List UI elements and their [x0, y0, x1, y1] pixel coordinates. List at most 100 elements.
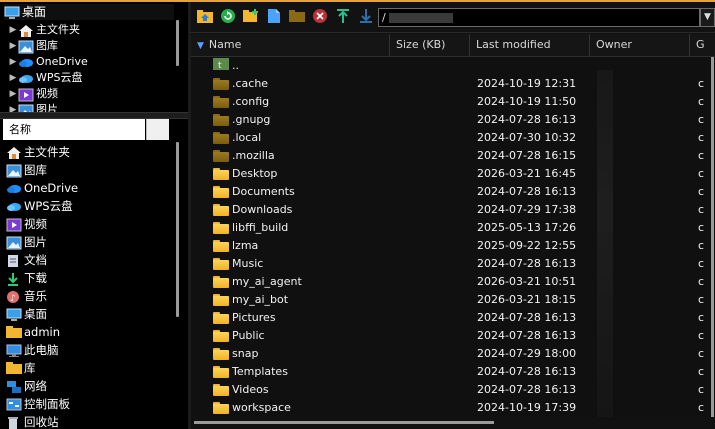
- file-group: c: [698, 275, 705, 288]
- file-name: .config: [232, 95, 270, 108]
- file-row[interactable]: .mozilla 2024-07-28 16:15 c: [191, 147, 707, 165]
- folder-button[interactable]: [288, 8, 306, 26]
- file-row[interactable]: .config 2024-10-19 11:50 c: [191, 93, 707, 111]
- tree-item-wps-cloud[interactable]: ▶ WPS云盘: [8, 70, 83, 86]
- file-row[interactable]: libffi_build 2025-05-13 17:26 c: [191, 219, 707, 237]
- places-scrollbar[interactable]: [176, 142, 179, 317]
- place-library[interactable]: 库: [6, 359, 36, 377]
- column-group[interactable]: G: [690, 34, 715, 56]
- file-group: c: [698, 149, 705, 162]
- tree-item-pictures[interactable]: ▶ 图片: [8, 102, 58, 112]
- place-recycle-bin[interactable]: 回收站: [6, 413, 59, 429]
- pictures-icon: [18, 104, 34, 112]
- chevron-right-icon[interactable]: ▶: [8, 38, 18, 54]
- place-gallery[interactable]: 图库: [6, 161, 47, 179]
- file-row[interactable]: Downloads 2024-07-29 17:38 c: [191, 201, 707, 219]
- column-owner[interactable]: Owner: [590, 34, 690, 56]
- horizontal-scrollbar[interactable]: [194, 417, 713, 427]
- place-desktop[interactable]: 桌面: [6, 305, 47, 323]
- file-row[interactable]: workspace 2024-10-19 17:39 c: [191, 399, 707, 417]
- path-redacted: [389, 13, 453, 23]
- place-onedrive[interactable]: OneDrive: [6, 179, 78, 197]
- place-home[interactable]: 主文件夹: [6, 143, 70, 161]
- file-row[interactable]: .cache 2024-10-19 12:31 c: [191, 75, 707, 93]
- file-modified: 2026-03-21 18:15: [477, 293, 577, 306]
- file-row[interactable]: lzma 2025-09-22 12:55 c: [191, 237, 707, 255]
- new-folder-icon: [243, 8, 259, 26]
- new-file-button[interactable]: [265, 8, 283, 26]
- desktop-icon: [6, 308, 22, 321]
- tree-item-videos[interactable]: ▶ 视频: [8, 86, 58, 102]
- pane-splitter[interactable]: [0, 112, 188, 119]
- file-row[interactable]: t..: [191, 57, 707, 75]
- tree-item-onedrive[interactable]: ▶ OneDrive: [8, 54, 88, 70]
- place-label: 图库: [24, 163, 47, 177]
- place-downloads[interactable]: 下载: [6, 269, 47, 287]
- chevron-right-icon[interactable]: ▶: [8, 70, 18, 86]
- file-modified: 2024-07-28 16:15: [477, 149, 577, 162]
- file-list-scrollbar[interactable]: [711, 57, 714, 417]
- delete-icon: [312, 8, 328, 27]
- file-group: c: [698, 185, 705, 198]
- chevron-right-icon[interactable]: ▶: [8, 86, 18, 102]
- tree-item-label: 图库: [36, 39, 58, 52]
- place-control-panel[interactable]: 控制面板: [6, 395, 70, 413]
- file-name-cell: Music: [213, 255, 263, 273]
- column-modified[interactable]: Last modified: [470, 34, 590, 56]
- place-network[interactable]: 网络: [6, 377, 47, 395]
- file-row[interactable]: Music 2024-07-28 16:13 c: [191, 255, 707, 273]
- places-column-header-extra[interactable]: [146, 119, 169, 140]
- file-row[interactable]: Pictures 2024-07-28 16:13 c: [191, 309, 707, 327]
- chevron-right-icon[interactable]: ▶: [8, 22, 18, 38]
- download-button[interactable]: [357, 8, 375, 26]
- file-row[interactable]: Videos 2024-07-28 16:13 c: [191, 381, 707, 399]
- file-row[interactable]: Documents 2024-07-28 16:13 c: [191, 183, 707, 201]
- tree-item-gallery[interactable]: ▶ 图库: [8, 38, 58, 54]
- file-group: c: [698, 347, 705, 360]
- place-admin[interactable]: admin: [6, 323, 60, 341]
- place-documents[interactable]: 文档: [6, 251, 47, 269]
- new-folder-button[interactable]: [242, 8, 260, 26]
- place-this-pc[interactable]: 此电脑: [6, 341, 59, 359]
- file-row[interactable]: snap 2024-07-29 18:00 c: [191, 345, 707, 363]
- folder-icon: [213, 204, 229, 216]
- file-row[interactable]: my_ai_bot 2026-03-21 18:15 c: [191, 291, 707, 309]
- folder-icon: [213, 366, 229, 378]
- file-name-cell: .config: [213, 93, 269, 111]
- file-row[interactable]: my_ai_agent 2026-03-21 10:51 c: [191, 273, 707, 291]
- tree-item-home[interactable]: ▶ 主文件夹: [8, 22, 80, 38]
- file-row[interactable]: Desktop 2026-03-21 16:45 c: [191, 165, 707, 183]
- place-music[interactable]: ♪ 音乐: [6, 287, 47, 305]
- sort-descending-icon: ▼: [197, 41, 204, 51]
- chevron-right-icon[interactable]: ▶: [8, 102, 18, 112]
- path-input[interactable]: /: [378, 8, 700, 27]
- place-label: 控制面板: [24, 397, 70, 411]
- file-row[interactable]: .local 2024-07-30 10:32 c: [191, 129, 707, 147]
- column-name[interactable]: ▼ Name: [191, 34, 390, 56]
- place-videos[interactable]: 视频: [6, 215, 47, 233]
- file-name-cell: Desktop: [213, 165, 277, 183]
- chevron-right-icon[interactable]: ▶: [8, 54, 18, 70]
- place-wps-cloud[interactable]: WPS云盘: [6, 197, 73, 215]
- delete-button[interactable]: [311, 8, 329, 26]
- folder-icon: [213, 312, 229, 324]
- column-size[interactable]: Size (KB): [390, 34, 470, 56]
- file-group: c: [698, 293, 705, 306]
- file-row[interactable]: Public 2024-07-28 16:13 c: [191, 327, 707, 345]
- file-modified: 2024-07-28 16:13: [477, 185, 577, 198]
- file-name: my_ai_bot: [232, 293, 289, 306]
- place-label: 音乐: [24, 289, 47, 303]
- places-column-header[interactable]: 名称: [3, 119, 145, 140]
- up-folder-button[interactable]: [196, 8, 214, 26]
- file-name: Music: [232, 257, 264, 270]
- path-dropdown-button[interactable]: ▼: [700, 8, 715, 27]
- tree-root-desktop[interactable]: 桌面: [4, 4, 174, 20]
- horizontal-scrollbar-thumb[interactable]: [194, 421, 494, 424]
- refresh-button[interactable]: [219, 8, 237, 26]
- file-row[interactable]: .gnupg 2024-07-28 16:13 c: [191, 111, 707, 129]
- place-pictures[interactable]: 图片: [6, 233, 47, 251]
- file-modified: 2024-07-28 16:13: [477, 311, 577, 324]
- file-row[interactable]: Templates 2024-07-28 16:13 c: [191, 363, 707, 381]
- upload-button[interactable]: [334, 8, 352, 26]
- tree-scrollbar[interactable]: [176, 20, 179, 66]
